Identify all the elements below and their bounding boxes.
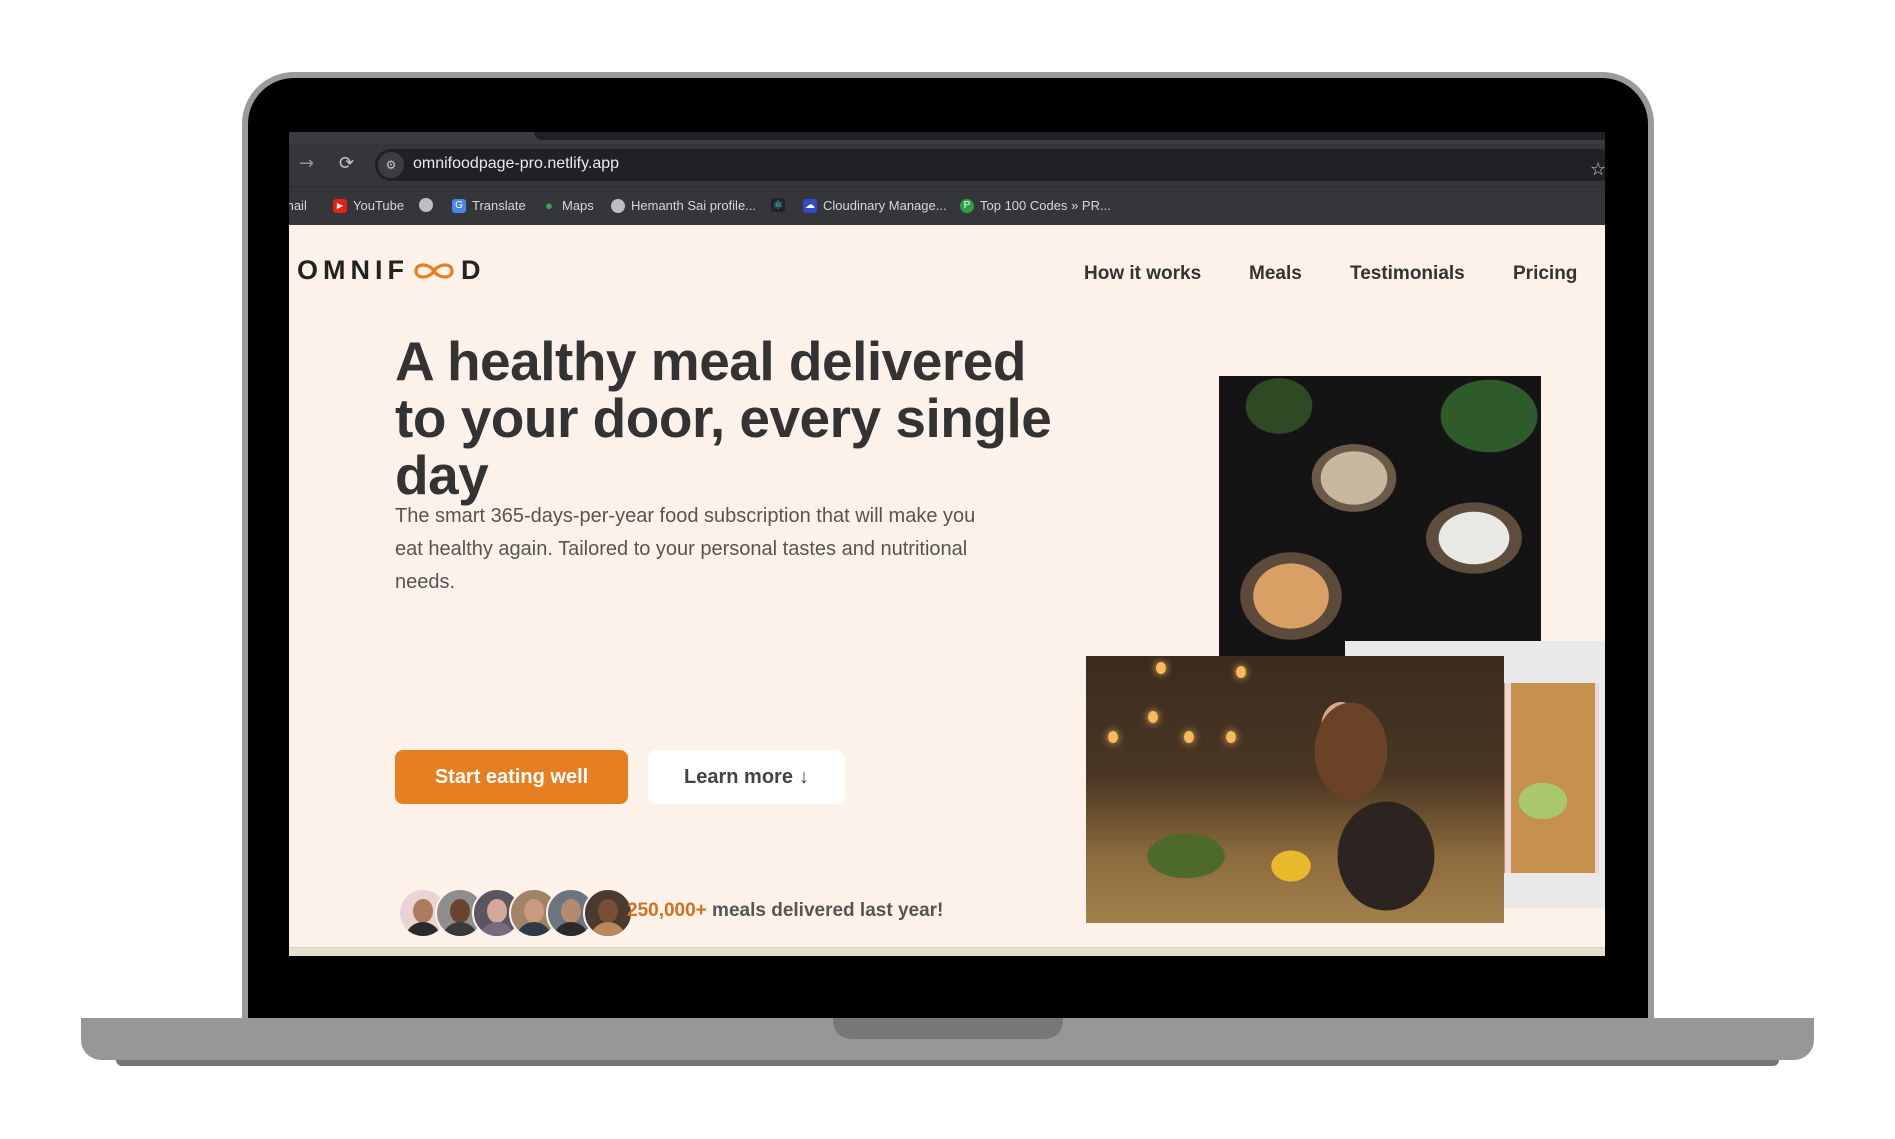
reload-icon[interactable]: ⟳ bbox=[339, 153, 354, 174]
address-bar[interactable]: ⚙ omnifoodpage-pro.netlify.app bbox=[375, 149, 1605, 181]
hero-image-woman-eating bbox=[1086, 656, 1504, 923]
button-label: Start eating well bbox=[434, 765, 589, 788]
meals-delivered-stat: 250,000+ meals delivered last year! bbox=[627, 900, 943, 922]
logo-text-left: OMNIF bbox=[297, 255, 409, 285]
bookmark-translate[interactable]: G Translate bbox=[452, 198, 526, 213]
avatar bbox=[583, 888, 633, 938]
bokeh-light bbox=[1108, 731, 1118, 743]
bokeh-light bbox=[1226, 731, 1236, 743]
bokeh-light bbox=[1236, 666, 1246, 678]
browser-bottom-strip bbox=[289, 947, 1605, 956]
bookmark-label: Hemanth Sai profile... bbox=[631, 198, 757, 213]
button-label: Learn more bbox=[684, 765, 793, 788]
bookmark-gmail[interactable]: mail bbox=[289, 198, 307, 213]
hero-image-food-bowls bbox=[1219, 376, 1541, 681]
nav-how-it-works[interactable]: How it works bbox=[1084, 263, 1201, 285]
nav-meals[interactable]: Meals bbox=[1249, 263, 1302, 285]
url-text[interactable]: omnifoodpage-pro.netlify.app bbox=[413, 155, 619, 173]
browser-tab-strip bbox=[289, 132, 1605, 144]
leetcode-icon: P bbox=[960, 198, 974, 213]
bookmark-top-100-codes[interactable]: P Top 100 Codes » PR... bbox=[960, 198, 1111, 213]
delivered-count: 250,000+ bbox=[627, 900, 707, 921]
bokeh-light bbox=[1148, 711, 1158, 723]
bookmark-star-icon[interactable]: ☆ bbox=[1590, 159, 1605, 180]
forward-icon[interactable]: → bbox=[299, 153, 314, 174]
bookmark-maps[interactable]: ● Maps bbox=[542, 198, 594, 213]
nav-testimonials[interactable]: Testimonials bbox=[1350, 263, 1465, 285]
browser-tab-active[interactable] bbox=[534, 132, 1605, 140]
delivered-text: meals delivered last year! bbox=[706, 900, 944, 921]
arrow-down-icon: ↓ bbox=[798, 765, 809, 788]
maps-pin-icon: ● bbox=[545, 197, 553, 213]
bookmark-label: Maps bbox=[562, 198, 594, 213]
bookmark-hemanth-profile[interactable]: Hemanth Sai profile... bbox=[611, 198, 756, 213]
react-icon: ⚛ bbox=[771, 198, 785, 212]
bookmark-label: mail bbox=[289, 198, 307, 213]
bookmark-react[interactable]: ⚛ bbox=[771, 198, 785, 212]
youtube-icon: ▶ bbox=[333, 198, 347, 213]
customer-avatars bbox=[398, 888, 633, 938]
infinity-logo-icon bbox=[414, 262, 454, 279]
bookmark-globe[interactable] bbox=[419, 198, 433, 212]
site-info-icon[interactable]: ⚙ bbox=[378, 152, 404, 178]
laptop-screen: → ⟳ ⚙ omnifoodpage-pro.netlify.app ☆ mai… bbox=[289, 132, 1605, 956]
start-eating-well-button[interactable]: Start eating well bbox=[395, 750, 628, 804]
cloudinary-icon: ☁ bbox=[803, 198, 817, 213]
bookmark-cloudinary[interactable]: ☁ Cloudinary Manage... bbox=[803, 198, 947, 213]
laptop-notch bbox=[833, 1018, 1063, 1039]
globe-icon bbox=[611, 198, 625, 213]
bookmark-label: Cloudinary Manage... bbox=[823, 198, 947, 213]
bookmarks-bar: mail ▶ YouTube G Translate ● Maps Hemant… bbox=[289, 186, 1605, 226]
bookmark-label: Top 100 Codes » PR... bbox=[980, 198, 1111, 213]
learn-more-button[interactable]: Learn more ↓ bbox=[648, 750, 845, 804]
bokeh-light bbox=[1184, 731, 1194, 743]
browser-toolbar: → ⟳ ⚙ omnifoodpage-pro.netlify.app ☆ bbox=[289, 144, 1605, 186]
translate-icon: G bbox=[452, 198, 466, 213]
hero-description: The smart 365-days-per-year food subscri… bbox=[395, 505, 976, 593]
nav-pricing[interactable]: Pricing bbox=[1513, 263, 1577, 285]
bookmark-label: YouTube bbox=[353, 198, 405, 213]
bookmark-label: Translate bbox=[472, 198, 526, 213]
bokeh-light bbox=[1156, 662, 1166, 674]
globe-icon bbox=[419, 198, 433, 212]
omnifood-logo[interactable]: OMNIF D bbox=[297, 255, 486, 286]
hero-headline: A healthy meal delivered to your door, e… bbox=[395, 330, 1052, 506]
logo-text-right: D bbox=[461, 255, 486, 285]
web-page: OMNIF D How it works Meals Testimonials … bbox=[289, 225, 1605, 947]
bookmark-youtube[interactable]: ▶ YouTube bbox=[333, 198, 404, 213]
